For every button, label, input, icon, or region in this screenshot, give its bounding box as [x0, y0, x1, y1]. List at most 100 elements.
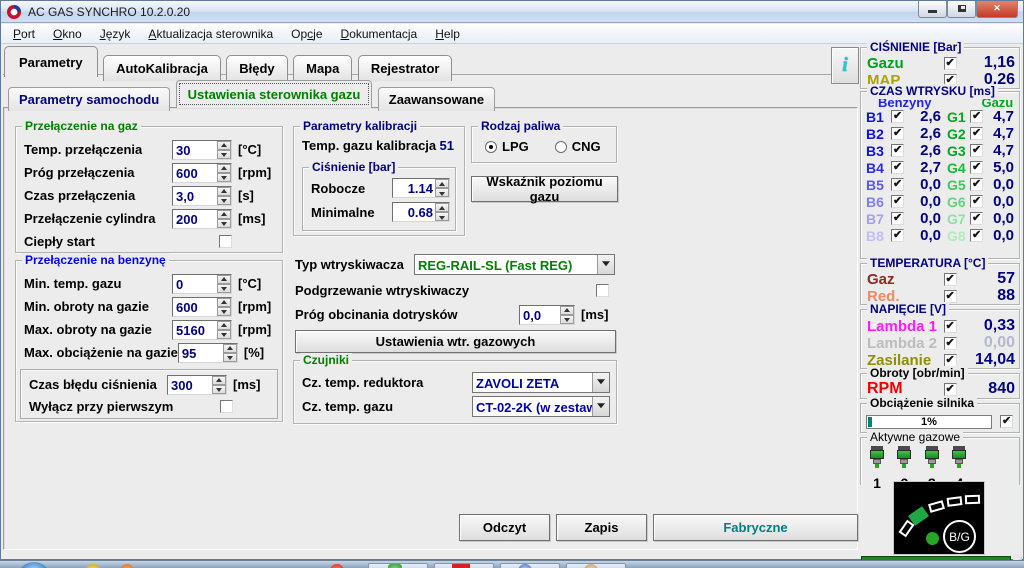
spin-buttons[interactable] [217, 186, 231, 205]
connection-info-button[interactable]: i [831, 47, 859, 84]
close-button[interactable]: ✕ [976, 0, 1018, 18]
spin-down-icon[interactable] [217, 283, 231, 293]
spin-up-icon[interactable] [217, 186, 231, 196]
spin-down-icon[interactable] [217, 195, 231, 205]
rpm-checkbox[interactable] [943, 382, 957, 396]
supply-voltage-checkbox[interactable] [943, 353, 957, 367]
cutoff-spinner[interactable]: 0,0 [519, 304, 575, 325]
menu-opcje[interactable]: Opcje [282, 25, 331, 43]
pressure-error-time-spinner[interactable]: 300 [167, 374, 227, 395]
minimize-button[interactable] [918, 0, 947, 18]
taskbar-icon[interactable] [452, 564, 470, 568]
spin-buttons[interactable] [217, 274, 231, 293]
working-pressure-spinner[interactable]: 1.14 [392, 178, 450, 198]
spin-up-icon[interactable] [217, 163, 231, 173]
spin-down-icon[interactable] [212, 384, 226, 394]
first-switch-checkbox[interactable] [220, 399, 234, 413]
g1-checkbox[interactable] [970, 109, 983, 123]
spin-buttons[interactable] [217, 209, 231, 228]
lpg-radio[interactable] [485, 140, 497, 153]
g6-checkbox[interactable] [970, 194, 983, 208]
g2-checkbox[interactable] [970, 126, 983, 140]
gas-temp-checkbox[interactable] [943, 272, 957, 286]
min-gas-temp-spinner[interactable]: 0 [172, 273, 232, 294]
menu-aktualizacja[interactable]: Aktualizacja sterownika [139, 25, 282, 43]
spin-up-icon[interactable] [222, 343, 237, 353]
spin-up-icon[interactable] [212, 375, 226, 385]
spin-down-icon[interactable] [435, 188, 449, 197]
spin-up-icon[interactable] [217, 209, 231, 219]
taskbar-icon[interactable] [388, 564, 402, 568]
subtab-zaawansowane[interactable]: Zaawansowane [377, 87, 496, 111]
spin-down-icon[interactable] [217, 329, 231, 339]
spin-up-icon[interactable] [217, 297, 231, 307]
warm-start-checkbox[interactable] [219, 235, 232, 248]
taskbar-icon[interactable] [86, 564, 100, 568]
restore-button[interactable] [947, 0, 976, 18]
max-load-spinner[interactable]: 95 [177, 342, 238, 363]
g3-checkbox[interactable] [970, 143, 983, 157]
spin-down-icon[interactable] [560, 314, 574, 324]
dropdown-arrow-icon[interactable] [592, 396, 609, 416]
write-button[interactable]: Zapis [556, 514, 647, 541]
spin-down-icon[interactable] [217, 306, 231, 316]
g8-checkbox[interactable] [970, 228, 983, 242]
spin-buttons[interactable] [217, 297, 231, 316]
g5-checkbox[interactable] [970, 177, 983, 191]
b8-checkbox[interactable] [891, 228, 904, 242]
tab-bledy[interactable]: Błędy [226, 55, 288, 81]
gas-injector-settings-button[interactable]: Ustawienia wtr. gazowych [295, 330, 616, 353]
menu-jezyk[interactable]: Język [91, 25, 140, 43]
b1-checkbox[interactable] [891, 109, 904, 123]
cng-radio[interactable] [554, 140, 567, 153]
engine-load-checkbox[interactable] [1000, 414, 1013, 428]
factory-settings-button[interactable]: Fabryczne [653, 514, 858, 541]
reducer-temp-checkbox[interactable] [943, 289, 957, 303]
subtab-ustawienia-sterownika[interactable]: Ustawienia sterownika gazu [175, 80, 373, 108]
b7-checkbox[interactable] [891, 211, 904, 225]
read-button[interactable]: Odczyt [459, 514, 550, 541]
min-rpm-spinner[interactable]: 600 [172, 296, 232, 317]
spin-buttons[interactable] [435, 203, 449, 221]
spin-buttons[interactable] [222, 343, 237, 362]
dropdown-arrow-icon[interactable] [592, 372, 609, 392]
taskbar-icon[interactable] [330, 564, 344, 568]
g4-checkbox[interactable] [970, 160, 983, 174]
spin-up-icon[interactable] [435, 203, 449, 212]
spin-up-icon[interactable] [560, 305, 574, 315]
gas-pressure-checkbox[interactable] [943, 56, 957, 70]
tab-rejestrator[interactable]: Rejestrator [357, 55, 453, 81]
max-rpm-spinner[interactable]: 5160 [172, 319, 232, 340]
spin-down-icon[interactable] [217, 218, 231, 228]
menu-port[interactable]: Port [4, 25, 44, 43]
spin-up-icon[interactable] [217, 140, 231, 150]
spin-down-icon[interactable] [435, 212, 449, 221]
menu-help[interactable]: Help [426, 25, 469, 43]
spin-down-icon[interactable] [222, 352, 237, 362]
menu-dokumentacja[interactable]: Dokumentacja [332, 25, 427, 43]
b2-checkbox[interactable] [891, 126, 904, 140]
spin-up-icon[interactable] [435, 179, 449, 188]
spin-buttons[interactable] [217, 320, 231, 339]
spin-buttons[interactable] [560, 305, 574, 324]
g7-checkbox[interactable] [970, 211, 983, 225]
lambda2-checkbox[interactable] [943, 336, 957, 350]
spin-up-icon[interactable] [217, 274, 231, 284]
spin-up-icon[interactable] [217, 320, 231, 330]
dropdown-arrow-icon[interactable] [597, 254, 614, 274]
spin-buttons[interactable] [217, 163, 231, 182]
switch-time-spinner[interactable]: 3,0 [172, 185, 232, 206]
b4-checkbox[interactable] [891, 160, 904, 174]
spin-down-icon[interactable] [217, 149, 231, 159]
switch-temp-spinner[interactable]: 30 [172, 139, 232, 160]
subtab-parametry-samochodu[interactable]: Parametry samochodu [8, 87, 171, 111]
gas-level-indicator-button[interactable]: Wskaźnik poziomu gazu [471, 174, 618, 204]
spin-buttons[interactable] [217, 140, 231, 159]
lambda1-checkbox[interactable] [943, 319, 957, 333]
b5-checkbox[interactable] [891, 177, 904, 191]
tab-autokalibracja[interactable]: AutoKalibracja [103, 55, 221, 81]
switch-rpm-spinner[interactable]: 600 [172, 162, 232, 183]
menu-okno[interactable]: Okno [44, 25, 91, 43]
spin-buttons[interactable] [212, 375, 226, 394]
tab-parametry[interactable]: Parametry [4, 46, 98, 77]
